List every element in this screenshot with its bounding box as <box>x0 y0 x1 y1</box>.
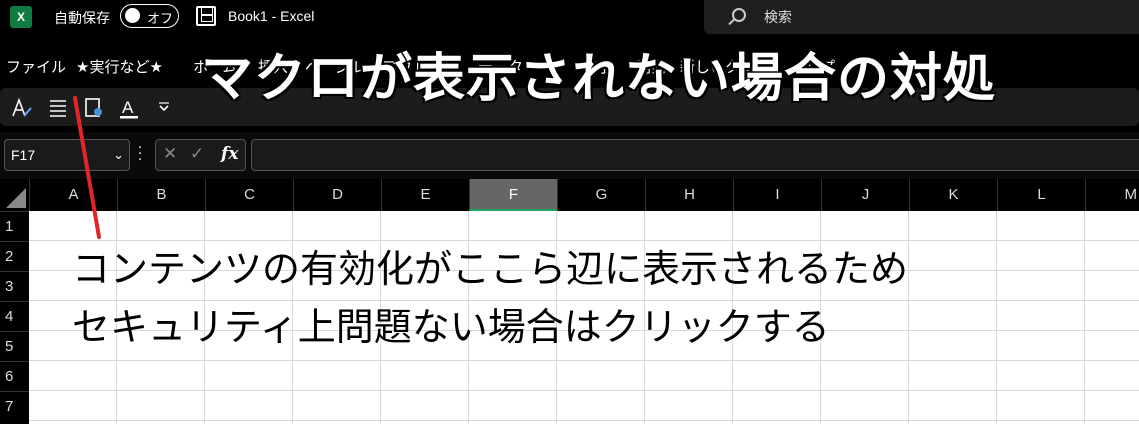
font-color-icon[interactable]: A <box>117 96 141 120</box>
column-header[interactable]: K <box>909 179 997 211</box>
toggle-knob <box>125 8 140 23</box>
column-header[interactable]: E <box>381 179 469 211</box>
search-placeholder: 検索 <box>764 10 792 26</box>
svg-text:A: A <box>122 98 134 117</box>
title-bar: X 自動保存 オフ Book1 - Excel 検索 <box>0 0 1139 36</box>
text-format-icon[interactable] <box>10 96 34 120</box>
autosave-label: 自動保存 <box>54 11 110 27</box>
search-box[interactable]: 検索 <box>704 0 1139 34</box>
formula-input[interactable] <box>251 139 1139 171</box>
object-select-icon[interactable] <box>82 96 106 120</box>
formula-bar: F17 ⌄ · · · ✕ ✓ fx <box>0 132 1139 179</box>
dropdown-caret-icon[interactable] <box>152 96 176 120</box>
annotation-title: マクロが表示されない場合の対処 <box>201 49 997 109</box>
annotation-note-line1: コンテンツの有効化がここら辺に表示されるため <box>72 247 909 291</box>
floppy-save-icon[interactable] <box>196 6 216 26</box>
column-header[interactable]: J <box>821 179 909 211</box>
column-header[interactable]: I <box>733 179 821 211</box>
row-header[interactable]: 5 <box>0 331 29 361</box>
tab-file[interactable]: ファイル <box>6 56 66 77</box>
excel-icon: X <box>10 6 32 28</box>
column-header[interactable]: M <box>1085 179 1139 211</box>
column-header[interactable]: G <box>557 179 645 211</box>
insert-function-button[interactable]: fx <box>221 144 238 164</box>
select-all-corner[interactable] <box>0 179 29 211</box>
autosave-toggle[interactable]: オフ <box>120 4 179 28</box>
column-header[interactable]: L <box>997 179 1085 211</box>
row-header[interactable]: 4 <box>0 301 29 331</box>
name-box[interactable]: F17 ⌄ <box>4 139 130 171</box>
row-header[interactable]: 2 <box>0 241 29 271</box>
column-header[interactable]: C <box>205 179 293 211</box>
annotation-note-line2: セキュリティ上問題ない場合はクリックする <box>72 305 830 349</box>
column-header-selected[interactable]: F <box>469 179 557 211</box>
column-header[interactable]: D <box>293 179 381 211</box>
check-icon[interactable]: ✓ <box>190 144 204 164</box>
row-header[interactable]: 7 <box>0 391 29 421</box>
column-header[interactable]: B <box>117 179 205 211</box>
column-header[interactable]: A <box>29 179 117 211</box>
column-headers: A B C D E F G H I J K L M <box>0 179 1139 211</box>
row-header[interactable]: 6 <box>0 361 29 391</box>
row-headers: 1 2 3 4 5 6 7 <box>0 211 29 424</box>
column-header[interactable]: H <box>645 179 733 211</box>
tab-custom-run[interactable]: ★実行など★ <box>76 56 163 77</box>
window-title: Book1 - Excel <box>228 8 315 24</box>
row-header[interactable]: 3 <box>0 271 29 301</box>
name-box-value: F17 <box>11 147 36 163</box>
autosave-state: オフ <box>147 12 174 27</box>
align-icon[interactable] <box>46 96 70 120</box>
chevron-down-icon[interactable]: ⌄ <box>113 148 124 163</box>
formula-buttons: ✕ ✓ fx <box>155 139 246 171</box>
row-header[interactable]: 1 <box>0 211 29 241</box>
more-options-icon[interactable]: · · · <box>138 142 142 167</box>
cancel-icon[interactable]: ✕ <box>163 144 177 164</box>
search-icon <box>732 8 746 22</box>
